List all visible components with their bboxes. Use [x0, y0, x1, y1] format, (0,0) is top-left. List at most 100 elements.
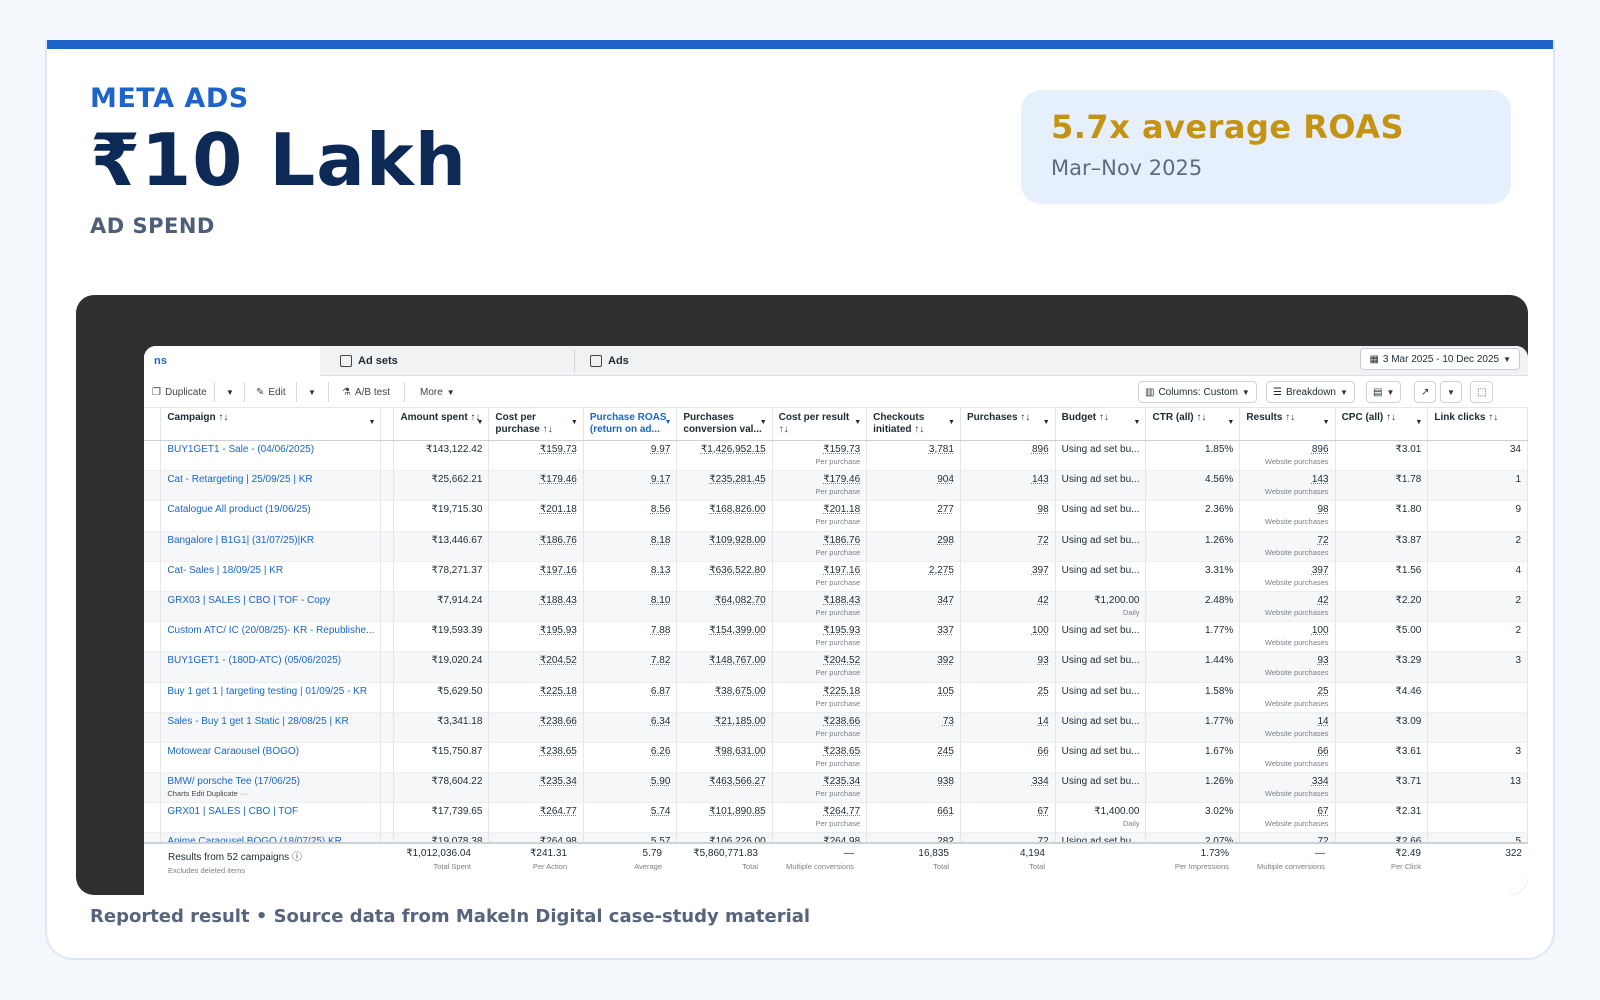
campaign-name-cell[interactable]: GRX01 | SALES | CBO | TOF	[160, 802, 382, 834]
column-resize-handle[interactable]	[380, 712, 395, 743]
duplicate-button[interactable]: ❐ Duplicate	[146, 381, 213, 403]
column-header-checkouts[interactable]: Checkouts initiated ↑↓ ▼	[866, 408, 961, 441]
table-row[interactable]: Catalogue All product (19/06/25) ₹19,715.…	[144, 500, 1528, 532]
campaign-name-cell[interactable]: Catalogue All product (19/06/25)	[160, 500, 382, 532]
campaign-name-link[interactable]: Custom ATC/ IC (20/08/25)- KR - Republis…	[167, 625, 374, 636]
column-resize-handle[interactable]	[380, 742, 395, 774]
column-resize-handle[interactable]	[380, 440, 395, 472]
row-select-cell[interactable]	[144, 712, 162, 743]
campaign-name-link[interactable]: GRX03 | SALES | CBO | TOF - Copy	[167, 595, 330, 606]
column-header-ctr[interactable]: CTR (all) ↑↓ ▼	[1145, 408, 1241, 441]
columns-button[interactable]: ▥ Columns: Custom ▼	[1138, 381, 1257, 403]
campaign-name-link[interactable]: GRX01 | SALES | CBO | TOF	[167, 806, 298, 817]
column-resize-handle[interactable]	[380, 682, 395, 713]
column-resize-handle[interactable]	[380, 408, 395, 441]
table-row[interactable]: BMW/ porsche Tee (17/06/25) Charts Edit D…	[144, 772, 1528, 804]
column-header-amount-spent[interactable]: Amount spent ↑↓ ▼	[393, 408, 490, 441]
row-select-cell[interactable]	[144, 621, 162, 653]
column-resize-handle[interactable]	[380, 561, 395, 592]
column-resize-handle[interactable]	[380, 651, 395, 683]
campaign-name-cell[interactable]: Cat- Sales | 18/09/25 | KR	[160, 561, 382, 592]
chart-toggle-button[interactable]: ⬚	[1470, 381, 1494, 403]
campaign-name-link[interactable]: Bangalore | B1G1| (31/07/25)|KR	[167, 535, 314, 546]
duplicate-dropdown[interactable]: ▼	[220, 381, 240, 403]
row-select-cell[interactable]	[144, 682, 162, 713]
row-select-cell[interactable]	[144, 772, 162, 804]
cpc-cell: ₹4.46	[1335, 682, 1429, 713]
column-header-conversion-value[interactable]: Purchases conversion val... ▼	[676, 408, 773, 441]
table-row[interactable]: Bangalore | B1G1| (31/07/25)|KR ₹13,446.6…	[144, 531, 1528, 562]
column-resize-handle[interactable]	[380, 621, 395, 653]
campaign-name-cell[interactable]: BUY1GET1 - (180D-ATC) (05/06/2025)	[160, 651, 382, 683]
tab-campaigns[interactable]: ns	[144, 346, 320, 376]
tab-ad-sets[interactable]: Ad sets	[330, 346, 570, 376]
breakdown-icon: ☰	[1273, 386, 1282, 398]
edit-button[interactable]: ✎ Edit	[250, 381, 292, 403]
table-row[interactable]: BUY1GET1 - (180D-ATC) (05/06/2025) ₹19,02…	[144, 651, 1528, 683]
column-header-cost-per-result[interactable]: Cost per result ↑↓ ▼	[772, 408, 868, 441]
table-row[interactable]: Cat- Sales | 18/09/25 | KR ₹78,271.37 ₹197…	[144, 561, 1528, 592]
export-dropdown[interactable]: ▼	[1440, 381, 1462, 403]
campaign-name-link[interactable]: BUY1GET1 - (180D-ATC) (05/06/2025)	[167, 655, 341, 666]
column-header-purchases[interactable]: Purchases ↑↓ ▼	[960, 408, 1056, 441]
campaign-name-cell[interactable]: Cat - Retargeting | 25/09/25 | KR	[160, 470, 382, 502]
ab-test-button[interactable]: ⚗ A/B test	[336, 381, 396, 403]
export-button[interactable]: ↗	[1414, 381, 1437, 403]
campaign-name-link[interactable]: Catalogue All product (19/06/25)	[167, 504, 310, 515]
campaign-name-link[interactable]: Cat - Retargeting | 25/09/25 | KR	[167, 474, 312, 485]
tab-ads[interactable]: Ads	[580, 346, 826, 376]
column-resize-handle[interactable]	[380, 802, 395, 834]
edit-dropdown[interactable]: ▼	[302, 381, 322, 403]
row-select-cell[interactable]	[144, 591, 162, 623]
row-select-cell[interactable]	[144, 651, 162, 683]
campaign-name-cell[interactable]: GRX03 | SALES | CBO | TOF - Copy	[160, 591, 382, 623]
reports-button[interactable]: ▤ ▼	[1366, 381, 1402, 403]
campaign-name-cell[interactable]: Bangalore | B1G1| (31/07/25)|KR	[160, 531, 382, 562]
campaign-name-link[interactable]: BMW/ porsche Tee (17/06/25)	[167, 776, 300, 787]
campaign-name-link[interactable]: Motowear Caraousel (BOGO)	[167, 746, 299, 757]
table-row[interactable]: BUY1GET1 - Sale - (04/06/2025) ₹143,122.4…	[144, 440, 1528, 472]
row-select-cell[interactable]	[144, 500, 162, 532]
table-row[interactable]: GRX01 | SALES | CBO | TOF ₹17,739.65 ₹264.…	[144, 802, 1528, 834]
column-header-cost-per-purchase[interactable]: Cost per purchase ↑↓ ▼	[488, 408, 584, 441]
column-header-link-clicks[interactable]: Link clicks ↑↓	[1427, 408, 1528, 441]
column-header-label: Amount spent ↑↓	[400, 412, 481, 423]
column-header-campaign[interactable]: Campaign ↑↓ ▼	[160, 408, 382, 441]
row-actions[interactable]: Charts Edit Duplicate ···	[167, 789, 374, 798]
column-resize-handle[interactable]	[380, 470, 395, 502]
column-header-purchase-roas[interactable]: Purchase ROAS (return on ad... ▼	[583, 408, 678, 441]
table-row[interactable]: Sales - Buy 1 get 1 Static | 28/08/25 | …	[144, 712, 1528, 743]
campaign-name-link[interactable]: BUY1GET1 - Sale - (04/06/2025)	[167, 444, 314, 455]
column-resize-handle[interactable]	[380, 772, 395, 804]
campaign-name-cell[interactable]: BUY1GET1 - Sale - (04/06/2025)	[160, 440, 382, 472]
table-row[interactable]: Custom ATC/ IC (20/08/25)- KR - Republis…	[144, 621, 1528, 653]
column-resize-handle[interactable]	[380, 500, 395, 532]
column-header-budget[interactable]: Budget ↑↓ ▼	[1055, 408, 1147, 441]
purchases-cell: 67	[960, 802, 1056, 834]
campaign-name-cell[interactable]: Custom ATC/ IC (20/08/25)- KR - Republis…	[160, 621, 382, 653]
table-row[interactable]: Buy 1 get 1 | targeting testing | 01/09/…	[144, 682, 1528, 713]
breakdown-button[interactable]: ☰ Breakdown ▼	[1266, 381, 1355, 403]
campaign-name-cell[interactable]: Buy 1 get 1 | targeting testing | 01/09/…	[160, 682, 382, 713]
column-resize-handle[interactable]	[380, 591, 395, 623]
row-select-cell[interactable]	[144, 440, 162, 472]
column-resize-handle[interactable]	[380, 531, 395, 562]
date-range-picker[interactable]: ▦ 3 Mar 2025 - 10 Dec 2025 ▼	[1360, 348, 1520, 370]
campaign-name-link[interactable]: Buy 1 get 1 | targeting testing | 01/09/…	[167, 686, 367, 697]
table-row[interactable]: Motowear Caraousel (BOGO) ₹15,750.87 ₹238.…	[144, 742, 1528, 774]
row-select-cell[interactable]	[144, 802, 162, 834]
campaign-name-cell[interactable]: Motowear Caraousel (BOGO)	[160, 742, 382, 774]
campaign-name-link[interactable]: Sales - Buy 1 get 1 Static | 28/08/25 | …	[167, 716, 348, 727]
row-select-cell[interactable]	[144, 531, 162, 562]
campaign-name-cell[interactable]: Sales - Buy 1 get 1 Static | 28/08/25 | …	[160, 712, 382, 743]
campaign-name-link[interactable]: Cat- Sales | 18/09/25 | KR	[167, 565, 283, 576]
row-select-cell[interactable]	[144, 470, 162, 502]
more-button[interactable]: More ▼	[414, 381, 461, 403]
table-row[interactable]: GRX03 | SALES | CBO | TOF - Copy ₹7,914.2…	[144, 591, 1528, 623]
column-header-results[interactable]: Results ↑↓ ▼	[1239, 408, 1336, 441]
campaign-name-cell[interactable]: BMW/ porsche Tee (17/06/25) Charts Edit D…	[160, 772, 382, 804]
table-row[interactable]: Cat - Retargeting | 25/09/25 | KR ₹25,662…	[144, 470, 1528, 502]
column-header-cpc[interactable]: CPC (all) ↑↓ ▼	[1335, 408, 1429, 441]
row-select-cell[interactable]	[144, 561, 162, 592]
row-select-cell[interactable]	[144, 742, 162, 774]
